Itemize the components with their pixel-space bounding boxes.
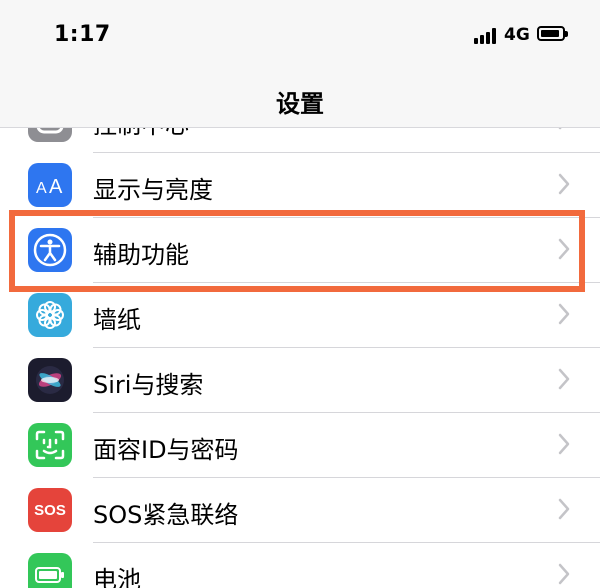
siri-icon xyxy=(28,358,72,402)
row-label: 控制中心 xyxy=(93,128,189,140)
settings-row-face-id[interactable]: 面容ID与密码 xyxy=(0,413,600,478)
sos-icon: SOS xyxy=(28,488,72,532)
signal-icon xyxy=(474,28,498,44)
row-label: 墙纸 xyxy=(93,306,141,334)
settings-row-control-center[interactable]: 控制中心 xyxy=(0,128,600,153)
status-bar: 1:17 4G xyxy=(0,0,600,72)
control-center-icon xyxy=(28,128,72,142)
accessibility-icon xyxy=(28,228,72,272)
battery-icon xyxy=(537,26,568,41)
settings-row-battery[interactable]: 电池 xyxy=(0,543,600,588)
nav-bar: 设置 xyxy=(0,72,600,128)
row-label: 显示与亮度 xyxy=(93,176,213,204)
chevron-right-icon xyxy=(558,368,570,390)
svg-text:A: A xyxy=(49,176,63,198)
row-label: 电池 xyxy=(93,566,141,588)
chevron-right-icon xyxy=(558,128,562,130)
chevron-right-icon xyxy=(558,433,570,455)
settings-row-emergency-sos[interactable]: SOS SOS紧急联络 xyxy=(0,478,600,543)
settings-row-display-brightness[interactable]: A A 显示与亮度 xyxy=(0,153,600,218)
chevron-right-icon xyxy=(558,238,570,260)
page-title: 设置 xyxy=(276,90,324,118)
row-label: 面容ID与密码 xyxy=(93,436,239,464)
display-brightness-icon: A A xyxy=(28,163,72,207)
svg-text:A: A xyxy=(36,180,47,197)
chevron-right-icon xyxy=(558,498,570,520)
row-label: 辅助功能 xyxy=(93,241,189,269)
chevron-right-icon xyxy=(558,563,570,585)
battery-settings-icon xyxy=(28,553,72,588)
sos-icon-text: SOS xyxy=(34,501,66,519)
row-label: Siri与搜索 xyxy=(93,371,204,399)
network-type: 4G xyxy=(504,25,530,45)
settings-row-accessibility[interactable]: 辅助功能 xyxy=(0,218,600,283)
row-label: SOS紧急联络 xyxy=(93,501,239,529)
settings-row-siri-search[interactable]: Siri与搜索 xyxy=(0,348,600,413)
chevron-right-icon xyxy=(558,303,570,325)
settings-row-wallpaper[interactable]: 墙纸 xyxy=(0,283,600,348)
wallpaper-icon xyxy=(28,293,72,337)
chevron-right-icon xyxy=(558,173,570,195)
settings-list[interactable]: 控制中心 A A 显示与亮度 辅助功能 xyxy=(0,128,600,588)
face-id-icon xyxy=(28,423,72,467)
status-time: 1:17 xyxy=(54,22,111,47)
